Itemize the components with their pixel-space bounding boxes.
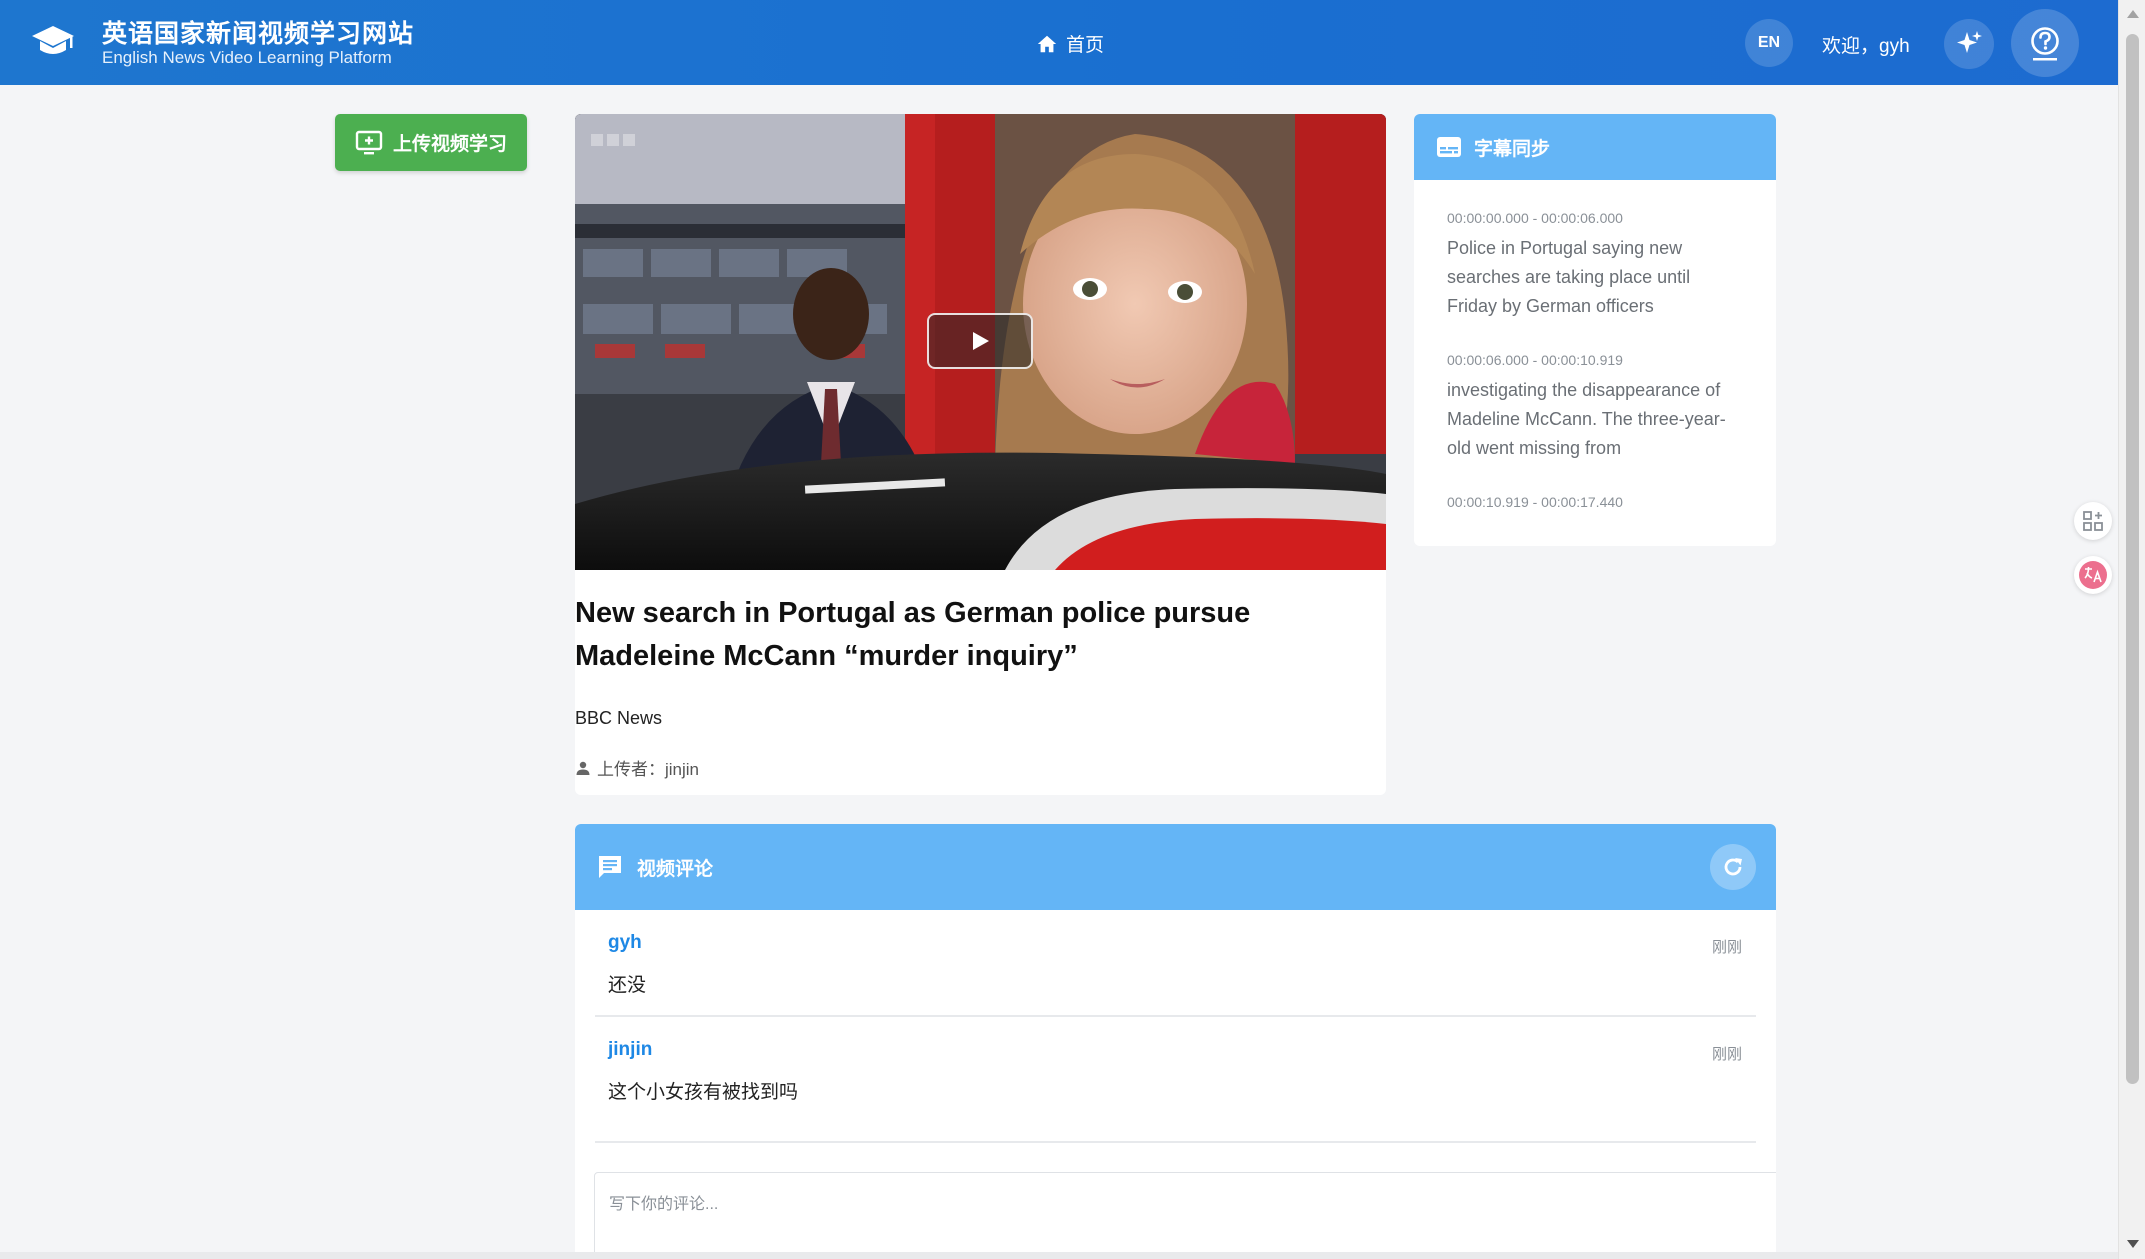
page-bottom-edge <box>0 1252 2118 1259</box>
comment-author[interactable]: gyh <box>608 932 1756 954</box>
help-circle-icon <box>2031 27 2059 61</box>
subtitle-panel-title: 字幕同步 <box>1474 138 1551 160</box>
comment-text: 还没 <box>608 975 647 996</box>
page-scrollbar[interactable] <box>2118 0 2145 1259</box>
video-uploader: 上传者：jinjin <box>575 755 699 780</box>
play-button[interactable] <box>927 313 1033 369</box>
subtitle-item[interactable]: 00:00:06.000 - 00:00:10.919 investigatin… <box>1447 352 1744 463</box>
comments-header: 视频评论 <box>575 824 1776 910</box>
comment-author[interactable]: jinjin <box>608 1039 1756 1061</box>
refresh-comments-button[interactable] <box>1710 844 1756 890</box>
play-icon <box>973 332 989 350</box>
subtitle-sync-panel: 字幕同步 00:00:00.000 - 00:00:06.000 Police … <box>1414 114 1776 546</box>
comment-item: jinjin 刚刚 这个小女孩有被找到吗 <box>595 1017 1756 1143</box>
help-button[interactable] <box>2011 9 2079 77</box>
video-card: New search in Portugal as German police … <box>575 114 1386 795</box>
scroll-thumb[interactable] <box>2126 34 2139 1084</box>
upload-video-button[interactable]: 上传视频学习 <box>335 114 527 171</box>
subtitle-time: 00:00:00.000 - 00:00:06.000 <box>1447 210 1623 226</box>
site-title: 英语国家新闻视频学习网站 <box>102 20 415 48</box>
welcome-user[interactable]: 欢迎，gyh <box>1822 31 1910 58</box>
scroll-up-arrow[interactable] <box>2127 10 2139 18</box>
top-header: 英语国家新闻视频学习网站 English News Video Learning… <box>0 0 2118 85</box>
floating-apps-button[interactable] <box>2074 502 2112 540</box>
language-toggle-button[interactable]: EN <box>1745 19 1793 67</box>
home-icon <box>1037 35 1057 52</box>
sparkle-icon <box>1957 31 1982 53</box>
subtitles-icon <box>1437 137 1461 157</box>
video-source: BBC News <box>575 708 663 728</box>
refresh-icon <box>1724 858 1742 876</box>
video-title: New search in Portugal as German police … <box>575 597 1251 672</box>
comment-text: 这个小女孩有被找到吗 <box>608 1082 799 1103</box>
monitor-add-icon <box>355 130 383 154</box>
floating-translate-button[interactable] <box>2074 556 2112 594</box>
subtitle-text: investigating the disappearance of Madel… <box>1447 380 1726 458</box>
comment-input[interactable] <box>594 1172 1776 1259</box>
chat-icon <box>599 856 621 878</box>
comment-item: gyh 刚刚 还没 <box>595 910 1756 1017</box>
subtitle-item[interactable]: 00:00:00.000 - 00:00:06.000 Police in Po… <box>1447 210 1744 321</box>
subtitle-time: 00:00:10.919 - 00:00:17.440 <box>1447 494 1623 510</box>
subtitle-text: Police in Portugal saying new searches a… <box>1447 238 1691 316</box>
graduation-cap-icon[interactable] <box>30 22 76 62</box>
subtitle-panel-header: 字幕同步 <box>1414 114 1776 180</box>
subtitle-list: 00:00:00.000 - 00:00:06.000 Police in Po… <box>1414 180 1776 510</box>
comment-time: 刚刚 <box>1711 939 1742 956</box>
scroll-down-arrow[interactable] <box>2127 1240 2139 1248</box>
video-uploader-text: 上传者：jinjin <box>597 760 700 779</box>
video-player[interactable] <box>575 114 1386 570</box>
site-subtitle: English News Video Learning Platform <box>102 48 392 67</box>
upload-video-label: 上传视频学习 <box>392 134 507 155</box>
subtitle-time: 00:00:06.000 - 00:00:10.919 <box>1447 352 1623 368</box>
ai-assistant-button[interactable] <box>1944 19 1994 69</box>
user-icon <box>576 761 590 775</box>
subtitle-item[interactable]: 00:00:10.919 - 00:00:17.440 <box>1447 494 1744 510</box>
comments-title: 视频评论 <box>637 858 714 880</box>
comment-time: 刚刚 <box>1711 1046 1742 1063</box>
translate-icon <box>2079 561 2107 589</box>
grid-add-icon <box>2083 511 2103 531</box>
video-comments-section: 视频评论 gyh 刚刚 还没 jinjin 刚刚 这个小女孩有被找到吗 <box>575 824 1776 1259</box>
nav-home-label: 首页 <box>1066 35 1105 56</box>
nav-home-link[interactable]: 首页 <box>1036 30 1104 57</box>
